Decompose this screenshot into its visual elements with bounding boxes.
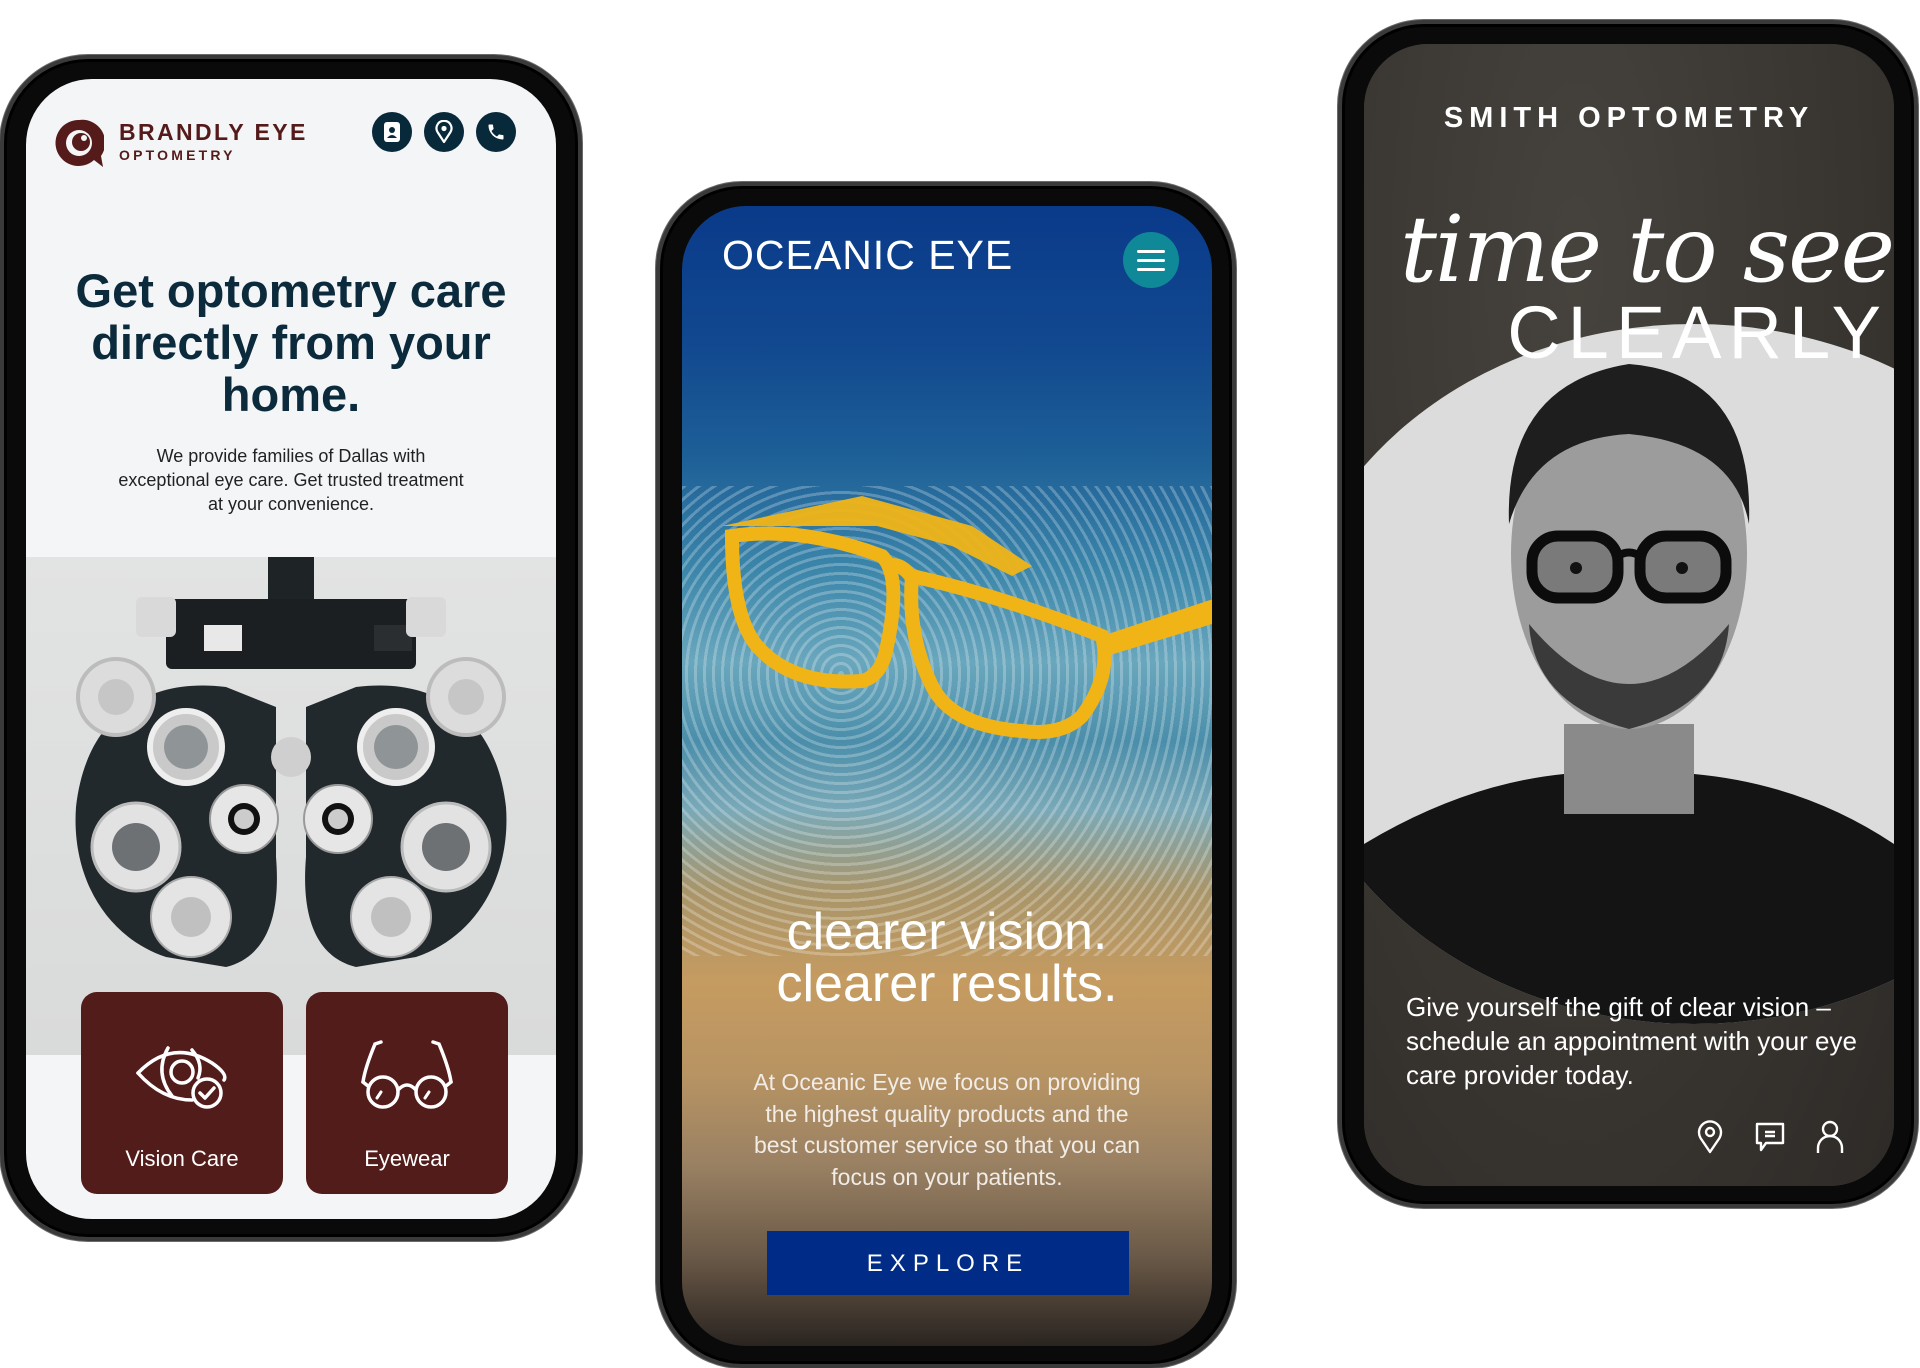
contact-card-icon[interactable] xyxy=(372,112,412,152)
brandly-logo-name[interactable]: BRANDLY EYE xyxy=(119,119,308,146)
yellow-glasses-image xyxy=(722,496,1212,739)
portrait-backdrop xyxy=(1364,324,1894,1024)
smith-logo[interactable]: SMITH OPTOMETRY xyxy=(1364,102,1894,135)
phone-mockup-oceanic: OCEANIC EYE clearer vision. clearer resu… xyxy=(656,182,1236,1368)
eyeglasses-icon xyxy=(361,1040,453,1109)
eyewear-label: Eyewear xyxy=(364,1146,450,1171)
location-pin-icon[interactable] xyxy=(424,112,464,152)
oceanic-screen: OCEANIC EYE clearer vision. clearer resu… xyxy=(682,206,1212,1346)
oceanic-headline-line1: clearer vision. xyxy=(786,903,1108,961)
oceanic-headline-line2: clearer results. xyxy=(776,955,1118,1013)
smith-body: Give yourself the gift of clear vision –… xyxy=(1406,992,1857,1090)
eyewear-tile[interactable]: Eyewear xyxy=(306,992,508,1194)
smith-script-headline: time to see xyxy=(1400,196,1894,303)
explore-button[interactable]: EXPLORE xyxy=(767,1231,1129,1295)
smith-headline-caps: CLEARLY xyxy=(1507,291,1888,374)
location-pin-icon[interactable] xyxy=(1694,1119,1726,1155)
user-icon[interactable] xyxy=(1814,1119,1846,1155)
brandly-screen: BRANDLY EYE OPTOMETRY Get optometry care… xyxy=(26,79,556,1219)
vision-care-label: Vision Care xyxy=(125,1146,239,1171)
phone-mockup-brandly: BRANDLY EYE OPTOMETRY Get optometry care… xyxy=(0,55,582,1241)
oceanic-body: At Oceanic Eye we focus on providing the… xyxy=(753,1069,1141,1190)
man-with-glasses-portrait xyxy=(1364,364,1894,1024)
brandly-header-actions xyxy=(372,112,516,152)
smith-screen: SMITH OPTOMETRY time to see CLEARLY Give… xyxy=(1364,44,1894,1186)
phoropter-image xyxy=(26,557,556,1055)
phone-icon[interactable] xyxy=(476,112,516,152)
brandly-logo-subtitle: OPTOMETRY xyxy=(119,147,236,163)
eye-check-icon xyxy=(136,1046,227,1109)
oceanic-logo[interactable]: OCEANIC EYE xyxy=(722,232,1013,279)
brandly-headline: Get optometry care directly from your ho… xyxy=(75,264,507,422)
vision-care-tile[interactable]: Vision Care xyxy=(81,992,283,1194)
brandly-logo-icon[interactable] xyxy=(54,118,104,168)
smith-bottom-nav xyxy=(1694,1119,1846,1155)
chat-icon[interactable] xyxy=(1754,1119,1786,1155)
oceanic-headline: clearer vision. clearer results. xyxy=(682,906,1212,1010)
hamburger-menu-icon[interactable] xyxy=(1123,232,1179,288)
phone-mockup-smith: SMITH OPTOMETRY time to see CLEARLY Give… xyxy=(1338,20,1918,1208)
brandly-intro: We provide families of Dallas with excep… xyxy=(118,446,464,514)
